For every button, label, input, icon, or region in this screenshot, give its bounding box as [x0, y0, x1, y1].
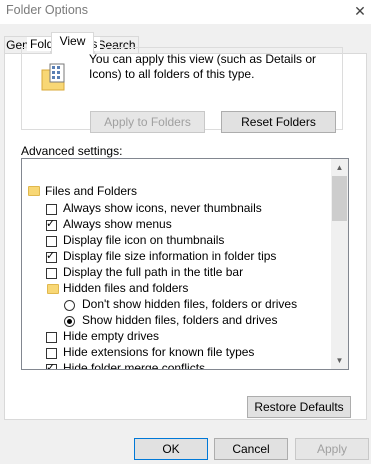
reset-folders-button[interactable]: Reset Folders	[221, 111, 336, 133]
scroll-up-icon[interactable]: ▲	[331, 159, 348, 176]
checkbox-always-show-icons[interactable]	[46, 204, 57, 215]
checkbox-hide-merge-conflicts[interactable]: ✓	[46, 362, 57, 370]
vertical-scrollbar[interactable]: ▲ ▼	[331, 159, 348, 369]
folder-views-description: You can apply this view (such as Details…	[89, 52, 317, 81]
list-item-label: Display the full path in the title bar	[63, 265, 244, 279]
list-item-label: Hide extensions for known file types	[63, 345, 255, 359]
folder-icon	[47, 284, 59, 294]
cancel-button[interactable]: Cancel	[214, 438, 288, 460]
radio-dot-icon	[67, 319, 72, 324]
folder-icon	[28, 186, 40, 196]
checkbox-hide-empty-drives[interactable]	[46, 332, 57, 343]
list-item-label: Hide folder merge conflicts	[63, 361, 206, 370]
list-item-label: Display file icon on thumbnails	[63, 233, 225, 247]
scroll-down-icon[interactable]: ▼	[331, 352, 348, 369]
tab-view[interactable]: View	[51, 32, 94, 54]
scrollbar-thumb[interactable]	[332, 176, 347, 221]
apply-to-folders-button[interactable]: Apply to Folders	[90, 111, 205, 133]
list-item-label: Show hidden files, folders and drives	[82, 313, 278, 327]
checkbox-always-show-menus[interactable]: ✓	[46, 218, 57, 231]
title-bar: Folder Options ✕	[0, 0, 371, 24]
list-item-label: Display file size information in folder …	[63, 249, 277, 263]
checkbox-hide-extensions[interactable]	[46, 348, 57, 359]
check-icon: ✓	[46, 362, 56, 370]
list-item-label: Hide empty drives	[63, 329, 160, 343]
checkbox-display-file-icon[interactable]	[46, 236, 57, 247]
advanced-settings-list[interactable]: Files and Folders Always show icons, nev…	[21, 158, 349, 370]
checkbox-display-full-path[interactable]	[46, 268, 57, 279]
advanced-settings-label: Advanced settings:	[21, 144, 123, 158]
list-item-label: Always show icons, never thumbnails	[63, 201, 262, 215]
ok-button[interactable]: OK	[134, 438, 208, 460]
apply-button[interactable]: Apply	[295, 438, 369, 460]
list-item-hidden-files: Hidden files and folders	[63, 281, 189, 295]
folder-view-icon	[41, 63, 65, 91]
check-icon: ✓	[46, 218, 56, 230]
radio-show-hidden[interactable]	[64, 316, 75, 327]
list-item-label: Don't show hidden files, folders or driv…	[82, 297, 298, 311]
radio-dont-show-hidden[interactable]	[64, 300, 75, 311]
checkbox-display-file-size[interactable]: ✓	[46, 250, 57, 263]
close-icon[interactable]: ✕	[349, 0, 371, 22]
restore-defaults-button[interactable]: Restore Defaults	[247, 396, 351, 418]
window-title: Folder Options	[6, 3, 88, 17]
list-item-files-and-folders: Files and Folders	[45, 184, 138, 198]
check-icon: ✓	[46, 250, 56, 262]
list-item-label: Always show menus	[63, 217, 172, 231]
